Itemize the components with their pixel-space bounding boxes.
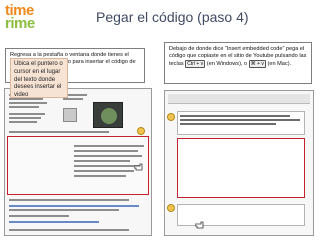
text-line [63, 98, 83, 100]
text-line [9, 199, 129, 201]
step-badge-2 [167, 113, 175, 121]
text-line [74, 150, 138, 152]
text-line [9, 209, 119, 211]
instruction-right: Debajo de donde dice “Insert embedded co… [164, 42, 312, 84]
slide-title: Pegar el código (paso 4) [96, 9, 249, 25]
instruction-right-text-3: (en Mac). [267, 61, 292, 68]
link-line [9, 221, 99, 223]
code-line [180, 115, 290, 117]
text-line [74, 165, 140, 167]
text-line [74, 155, 142, 157]
keys-windows: Ctrl + v [185, 60, 206, 69]
code-line [180, 119, 300, 121]
embedded-code-field [177, 138, 305, 198]
text-line [74, 170, 134, 172]
logo-word-rime: rime [5, 15, 35, 32]
timerime-editor-screenshot [4, 88, 152, 236]
text-line [9, 215, 69, 217]
keys-mac: ⌘ + v [248, 60, 266, 69]
embed-dialog-screenshot [164, 90, 314, 236]
timerime-logo: time rime [5, 3, 47, 32]
text-line [9, 121, 37, 123]
dialog-header [168, 94, 310, 104]
text-line [9, 106, 39, 108]
cursor-callout: Ubica el puntero o cursor en el lugar de… [10, 58, 68, 98]
text-line [9, 102, 47, 104]
hand-image [63, 108, 77, 122]
code-textarea [177, 111, 305, 135]
link-line [9, 205, 139, 207]
video-scene [101, 108, 117, 124]
instruction-right-text-2: (en Windows), o [206, 61, 248, 68]
text-line [9, 117, 41, 119]
toolbar-line [9, 131, 109, 133]
text-line [74, 160, 130, 162]
video-thumbnail [93, 102, 123, 128]
pointer-hand-icon [134, 163, 144, 171]
text-line [9, 229, 129, 231]
editor-highlight-frame [7, 136, 149, 195]
pointer-hand-icon [195, 221, 205, 229]
text-line [74, 145, 144, 147]
text-line [74, 175, 126, 177]
text-line [9, 113, 45, 115]
code-line [180, 123, 276, 125]
step-badge-3 [167, 204, 175, 212]
step-badge-1 [137, 127, 145, 135]
